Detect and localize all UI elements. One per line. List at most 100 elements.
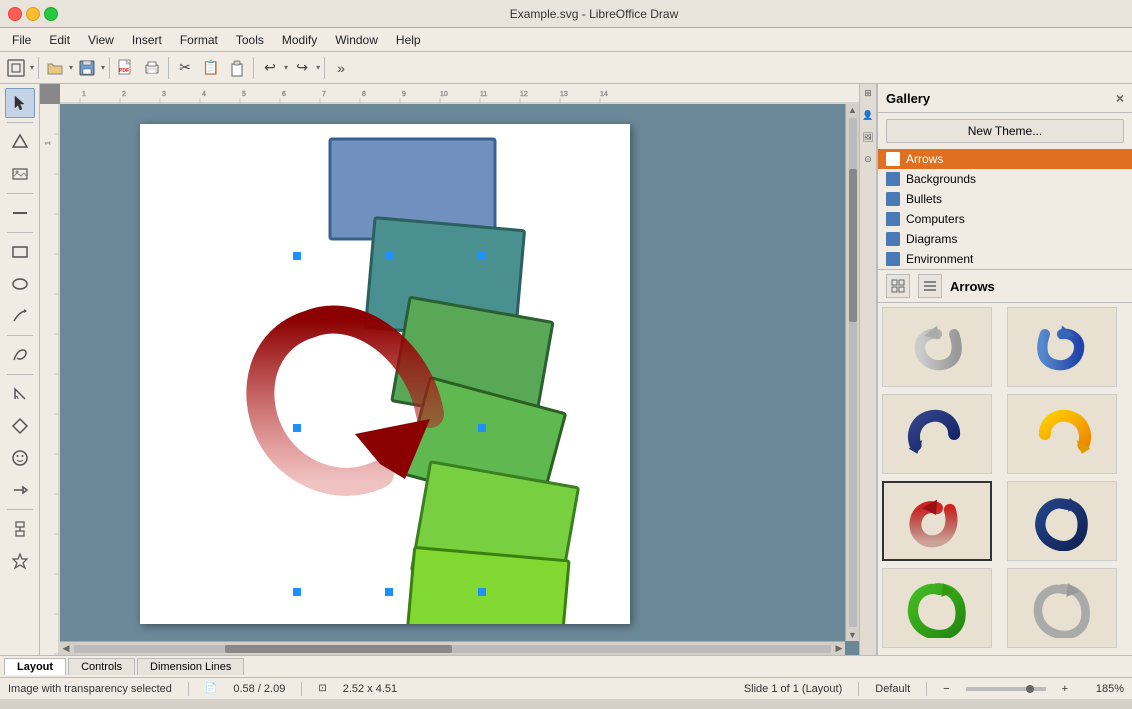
svg-canvas: [140, 124, 630, 624]
gallery-item-8[interactable]: [1007, 568, 1117, 648]
tab-controls[interactable]: Controls: [68, 658, 135, 675]
svg-text:1: 1: [45, 141, 52, 145]
lt-sep-4: [7, 335, 33, 336]
menu-window[interactable]: Window: [327, 31, 386, 49]
menu-file[interactable]: File: [4, 31, 39, 49]
print-btn[interactable]: [140, 56, 164, 80]
diagrams-icon: [886, 232, 900, 246]
scroll-thumb-v[interactable]: [849, 169, 857, 322]
scroll-right-btn[interactable]: ▶: [833, 643, 845, 655]
position-value: 0.58 / 2.09: [233, 683, 285, 695]
gallery-item-1[interactable]: [882, 307, 992, 387]
zoom-in-btn[interactable]: +: [1062, 683, 1068, 695]
save-dropdown-arrow[interactable]: ▾: [101, 63, 105, 72]
side-icon-1[interactable]: ⊞: [861, 88, 875, 102]
line-tool[interactable]: [5, 198, 35, 228]
svg-text:13: 13: [560, 91, 568, 98]
horizontal-scrollbar[interactable]: ◀ ▶: [60, 641, 845, 655]
svg-text:8: 8: [362, 91, 366, 98]
horizontal-ruler: 1 2 3 4 5 6 7 8 9 10 11 12 13 14: [60, 84, 859, 104]
gallery-close-btn[interactable]: ×: [1116, 90, 1124, 106]
redo-btn[interactable]: ↪: [290, 56, 314, 80]
bottom-tabs-bar: Layout Controls Dimension Lines: [0, 655, 1132, 677]
gallery-item-5[interactable]: [882, 481, 992, 561]
toolbar-separator: [38, 57, 39, 79]
menu-modify[interactable]: Modify: [274, 31, 325, 49]
undo-dropdown-arrow[interactable]: ▾: [284, 63, 288, 72]
side-icon-2[interactable]: 👤: [861, 110, 875, 124]
menu-tools[interactable]: Tools: [228, 31, 272, 49]
svg-text:10: 10: [440, 91, 448, 98]
menu-help[interactable]: Help: [388, 31, 429, 49]
gallery-item-7[interactable]: [882, 568, 992, 648]
tab-layout[interactable]: Layout: [4, 658, 66, 675]
gallery-item-4[interactable]: [1007, 394, 1117, 474]
select-tool-btn[interactable]: [4, 56, 28, 80]
cut-btn[interactable]: ✂: [173, 56, 197, 80]
rectangle-tool[interactable]: [5, 237, 35, 267]
zoom-slider[interactable]: [966, 687, 1046, 691]
menu-edit[interactable]: Edit: [41, 31, 78, 49]
scroll-left-btn[interactable]: ◀: [60, 643, 72, 655]
angle-tool[interactable]: [5, 379, 35, 409]
side-icon-3[interactable]: 🖼: [861, 132, 875, 146]
vertical-scrollbar[interactable]: ▲ ▼: [845, 104, 859, 641]
canvas-content[interactable]: ◀ ▶ ▲ ▼: [60, 104, 859, 655]
select-tool[interactable]: [5, 88, 35, 118]
save-btn[interactable]: [75, 56, 99, 80]
copy-btn[interactable]: 📋: [199, 56, 223, 80]
gallery-item-3[interactable]: [882, 394, 992, 474]
gallery-category-list: Arrows Backgrounds Bullets Computers Dia…: [878, 149, 1132, 270]
freeform-tool[interactable]: [5, 340, 35, 370]
drawing-page[interactable]: [140, 124, 630, 624]
shape-tool[interactable]: [5, 127, 35, 157]
menu-view[interactable]: View: [80, 31, 122, 49]
paste-btn[interactable]: [225, 56, 249, 80]
diamond-tool[interactable]: [5, 411, 35, 441]
flowchart-tool[interactable]: [5, 514, 35, 544]
close-button[interactable]: [8, 7, 22, 21]
menu-format[interactable]: Format: [172, 31, 226, 49]
undo-btn[interactable]: ↩: [258, 56, 282, 80]
connector-tool[interactable]: [5, 301, 35, 331]
gallery-category-environment[interactable]: Environment: [878, 249, 1132, 269]
arrow-shape-tool[interactable]: [5, 475, 35, 505]
left-toolbar: [0, 84, 40, 655]
gallery-item-2[interactable]: [1007, 307, 1117, 387]
scroll-thumb-h[interactable]: [225, 645, 452, 653]
gallery-category-bullets[interactable]: Bullets: [878, 189, 1132, 209]
gallery-category-backgrounds[interactable]: Backgrounds: [878, 169, 1132, 189]
ellipse-tool[interactable]: [5, 269, 35, 299]
scroll-track-h[interactable]: [74, 645, 831, 653]
minimize-button[interactable]: [26, 7, 40, 21]
zoom-thumb[interactable]: [1026, 685, 1034, 693]
gallery-grid-view-btn[interactable]: [886, 274, 910, 298]
tab-dimension-lines[interactable]: Dimension Lines: [137, 658, 244, 675]
export-pdf-btn[interactable]: PDF: [114, 56, 138, 80]
smiley-tool[interactable]: [5, 443, 35, 473]
open-dropdown-arrow[interactable]: ▾: [69, 63, 73, 72]
gallery-list-view-btn[interactable]: [918, 274, 942, 298]
scroll-up-btn[interactable]: ▲: [847, 104, 859, 116]
open-btn[interactable]: [43, 56, 67, 80]
zoom-out-btn[interactable]: −: [943, 683, 949, 695]
gallery-title: Gallery: [886, 91, 930, 106]
svg-text:6: 6: [282, 91, 286, 98]
gallery-category-diagrams[interactable]: Diagrams: [878, 229, 1132, 249]
more-btn[interactable]: »: [329, 56, 353, 80]
gallery-category-arrows[interactable]: Arrows: [878, 149, 1132, 169]
star-tool[interactable]: [5, 546, 35, 576]
canvas-area[interactable]: 1 2 3 4 5 6 7 8 9 10 11 12 13 14: [40, 84, 859, 655]
new-theme-btn[interactable]: New Theme...: [886, 119, 1124, 143]
gallery-category-computers[interactable]: Computers: [878, 209, 1132, 229]
maximize-button[interactable]: [44, 7, 58, 21]
image-tool[interactable]: [5, 159, 35, 189]
redo-dropdown-arrow[interactable]: ▾: [316, 63, 320, 72]
side-icon-4[interactable]: ⊙: [861, 154, 875, 168]
scroll-track-v[interactable]: [849, 118, 857, 627]
select-dropdown-arrow[interactable]: ▾: [30, 63, 34, 72]
scroll-down-btn[interactable]: ▼: [847, 629, 859, 641]
gallery-item-6[interactable]: [1007, 481, 1117, 561]
window-controls[interactable]: [8, 7, 58, 21]
menu-insert[interactable]: Insert: [124, 31, 170, 49]
